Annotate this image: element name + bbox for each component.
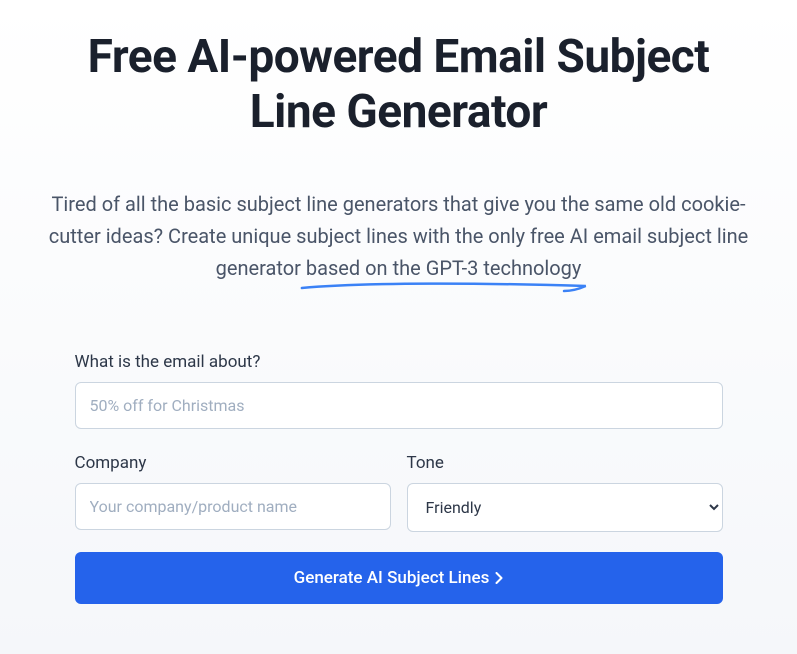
tone-select[interactable]: Friendly <box>407 483 723 532</box>
generate-button-label: Generate AI Subject Lines <box>294 568 490 588</box>
underline-decoration-icon <box>300 280 588 294</box>
generator-form: What is the email about? Company Tone Fr… <box>75 352 723 604</box>
tone-label: Tone <box>407 453 723 473</box>
email-about-label: What is the email about? <box>75 352 723 372</box>
company-label: Company <box>75 453 391 473</box>
page-subtitle: Tired of all the basic subject line gene… <box>40 188 757 284</box>
page-title: Free AI-powered Email Subject Line Gener… <box>40 30 757 140</box>
generate-button[interactable]: Generate AI Subject Lines <box>75 552 723 604</box>
company-input[interactable] <box>75 483 391 530</box>
subtitle-highlight-text: based on the GPT-3 technology <box>306 256 582 280</box>
subtitle-highlight: based on the GPT-3 technology <box>306 252 582 284</box>
email-about-input[interactable] <box>75 382 723 429</box>
chevron-right-icon <box>495 572 503 584</box>
